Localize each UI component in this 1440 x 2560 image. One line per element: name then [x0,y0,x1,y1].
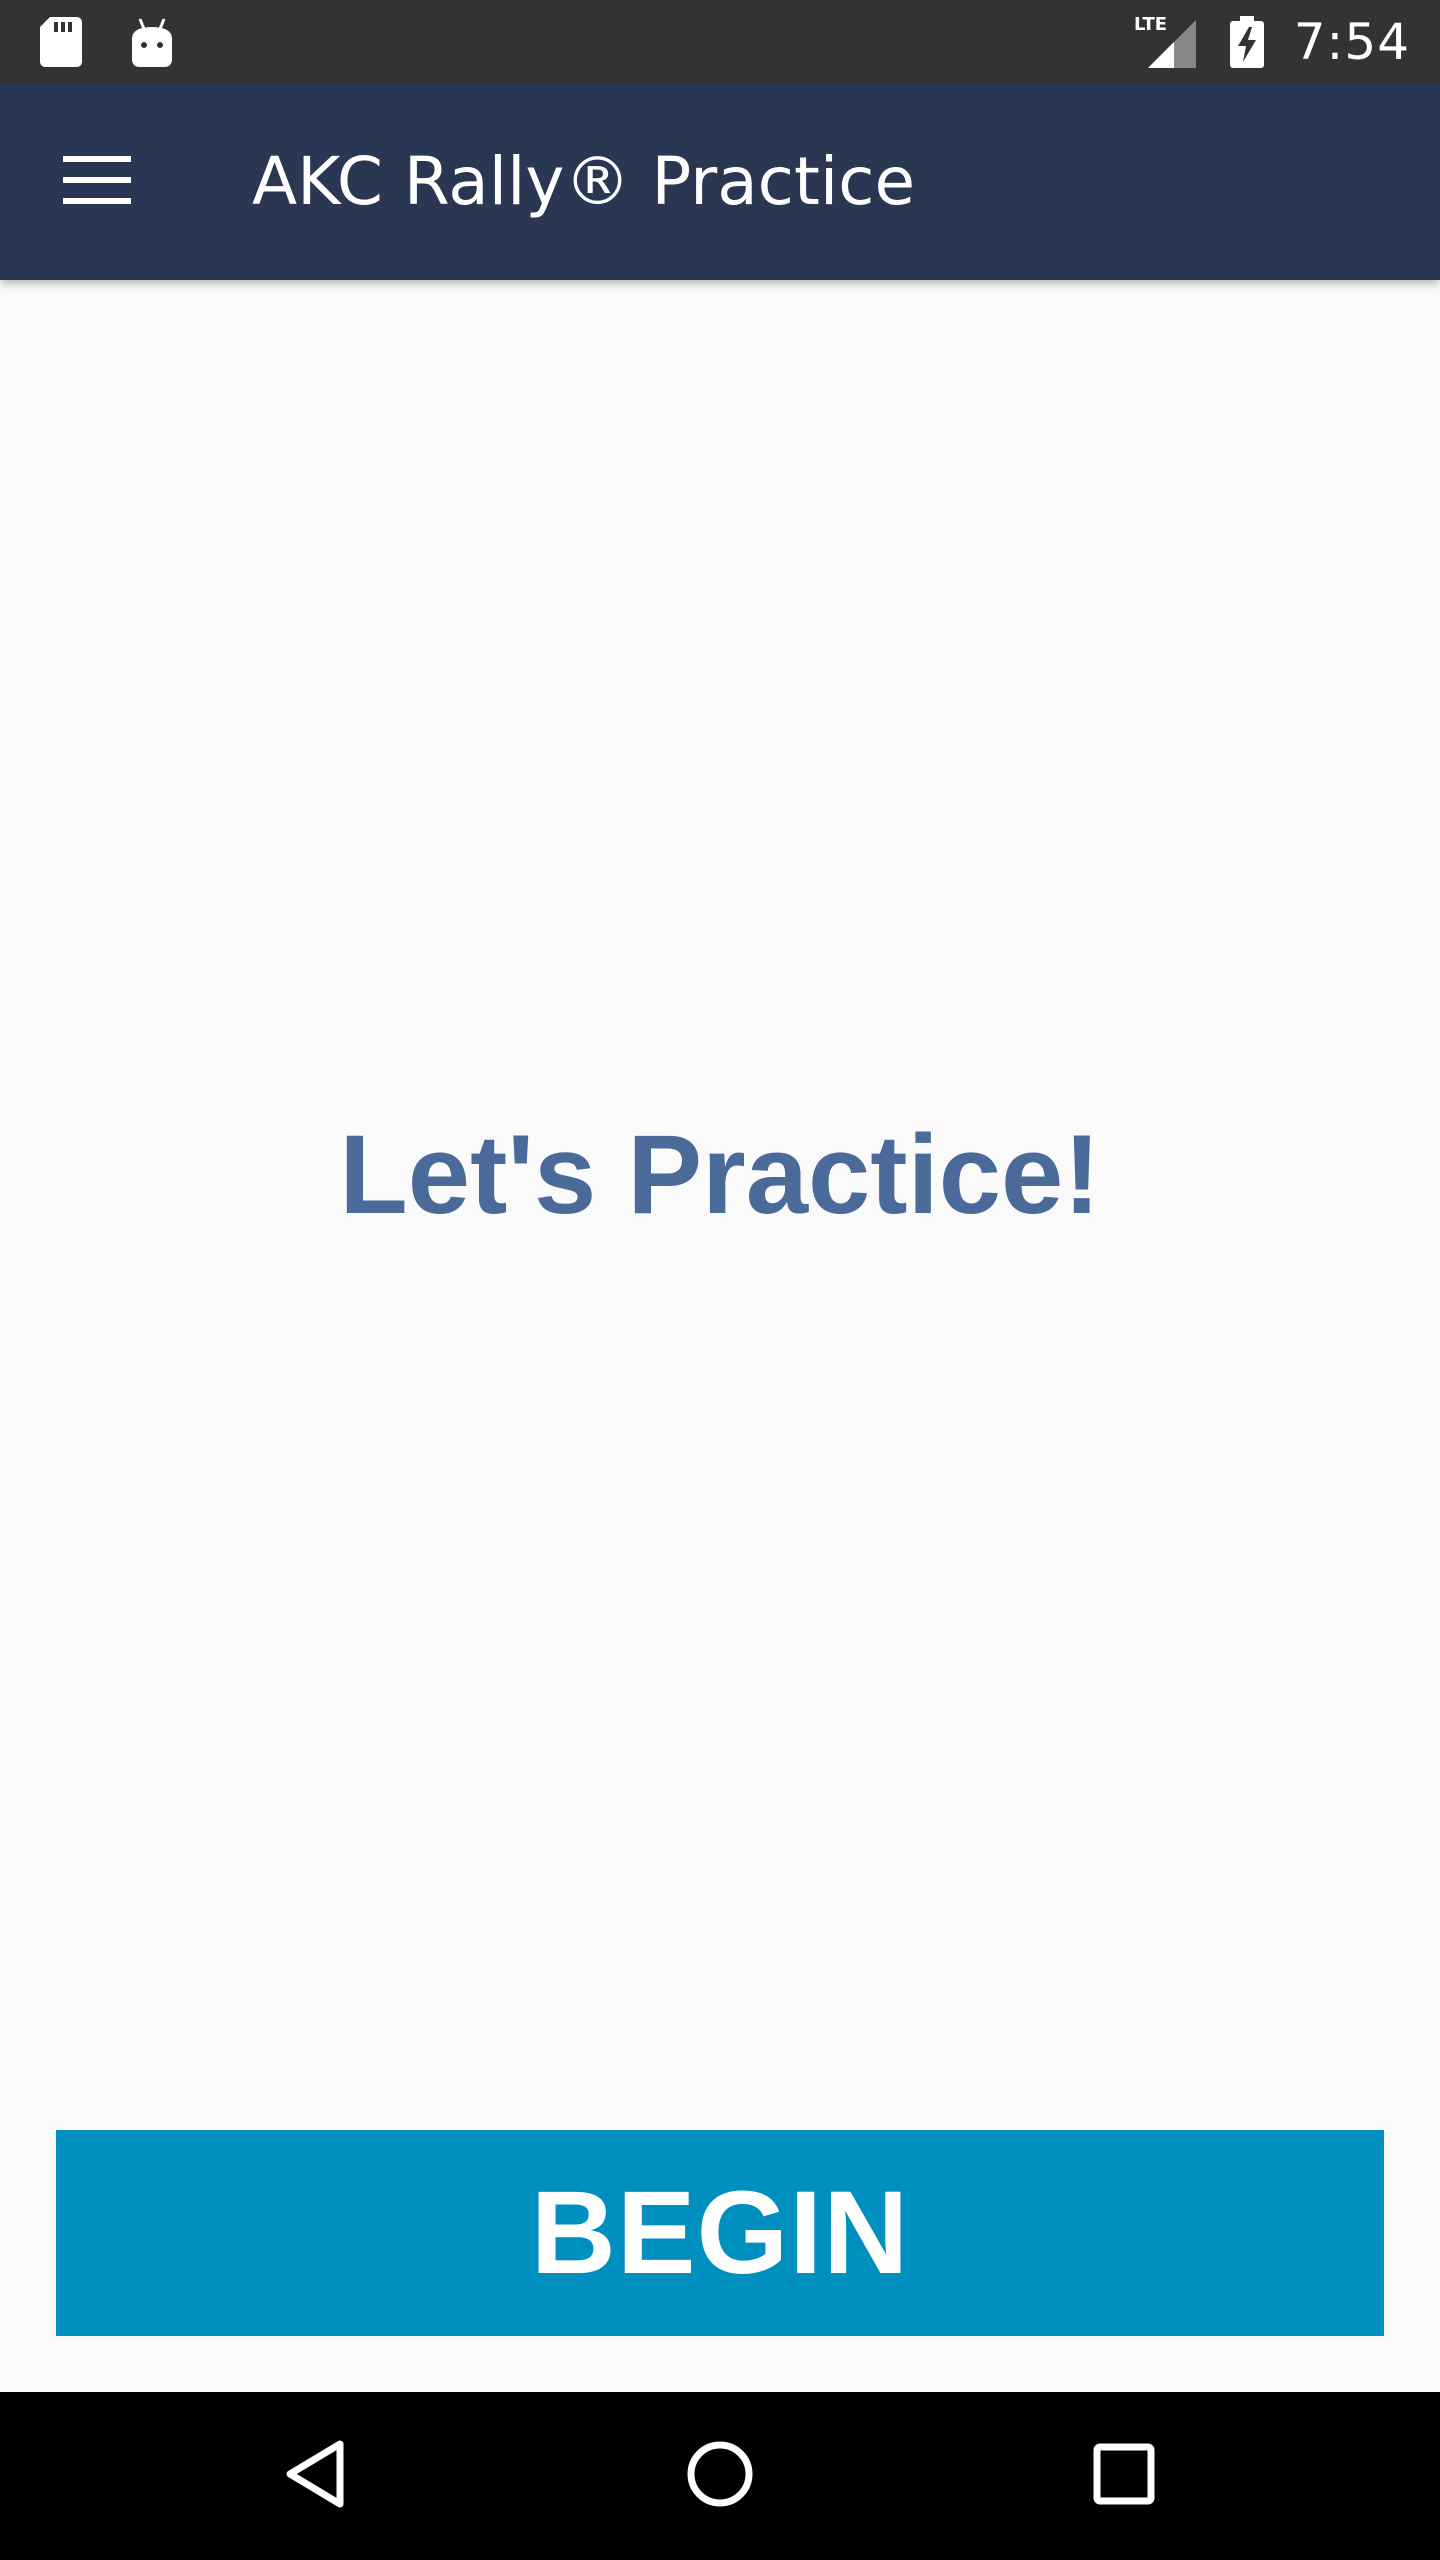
signal-icon: LTE [1134,14,1200,70]
app-screen: LTE 7:54 AKC Rally® Practice Let's Pract… [0,0,1440,2560]
menu-button[interactable] [48,142,146,222]
main-content: Let's Practice! BEGIN [0,280,1440,2392]
begin-button[interactable]: BEGIN [56,2130,1384,2336]
sd-card-icon [40,17,82,67]
app-title: AKC Rally® Practice [252,143,916,220]
home-button[interactable] [670,2426,770,2526]
recents-icon [1093,2443,1155,2510]
status-bar: LTE 7:54 [0,0,1440,84]
practice-headline: Let's Practice! [339,1112,1101,1237]
status-clock: 7:54 [1293,13,1410,71]
recents-button[interactable] [1074,2426,1174,2526]
hamburger-menu-icon [63,154,131,211]
back-button[interactable] [266,2426,366,2526]
back-icon [284,2438,348,2515]
home-icon [685,2439,755,2514]
network-type-label: LTE [1134,14,1167,35]
android-icon [130,17,174,67]
battery-charging-icon [1229,16,1264,68]
app-bar: AKC Rally® Practice [0,84,1440,280]
navigation-bar [0,2392,1440,2560]
